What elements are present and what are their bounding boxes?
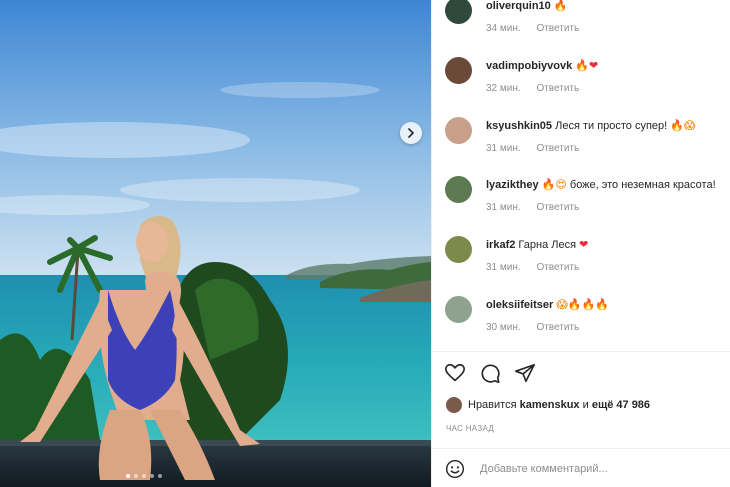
fire-emoji: 🔥 bbox=[581, 298, 596, 311]
fire-emoji: 🔥 bbox=[575, 59, 589, 72]
comment-meta: 34 мин. Ответить bbox=[486, 23, 579, 34]
likes-prefix: Нравится bbox=[468, 399, 517, 411]
likes-summary: Нравится kamenskux и ещё 47 986 bbox=[446, 397, 650, 413]
liker-username[interactable]: kamenskux bbox=[520, 399, 580, 411]
likes-middle: и bbox=[582, 399, 589, 411]
beach-photo-image bbox=[0, 0, 431, 487]
avatar[interactable] bbox=[445, 236, 472, 263]
post-time[interactable]: ЧАС НАЗАД bbox=[446, 424, 494, 433]
comment-meta: 31 мин. Ответить bbox=[486, 143, 579, 154]
comment-meta: 31 мин. Ответить bbox=[486, 202, 579, 213]
comment-item: oleksiifeitser 😱🔥🔥🔥 30 мин. Ответить bbox=[445, 296, 730, 346]
heart-eyes-emoji: 😍 bbox=[555, 178, 567, 191]
comment-body: Леся ти просто супер! bbox=[555, 120, 668, 132]
comment-username[interactable]: ksyushkin05 bbox=[486, 120, 552, 132]
comment-meta: 30 мин. Ответить bbox=[486, 322, 579, 333]
comment-username[interactable]: oleksiifeitser bbox=[486, 299, 553, 311]
comment-username[interactable]: oliverquin10 bbox=[486, 0, 551, 12]
carousel-dot-active bbox=[126, 474, 130, 478]
comment-text: lyazikthey 🔥😍 боже, это неземная красота… bbox=[486, 178, 730, 192]
carousel-dot bbox=[150, 474, 154, 478]
reply-button[interactable]: Ответить bbox=[536, 262, 579, 273]
chevron-right-icon bbox=[408, 128, 415, 138]
divider bbox=[432, 351, 730, 352]
comment-input[interactable] bbox=[478, 462, 712, 476]
comment-item: vadimpobiyvovk 🔥❤ 32 мин. Ответить bbox=[445, 57, 730, 107]
comment-text: vadimpobiyvovk 🔥❤ bbox=[486, 59, 730, 73]
avatar[interactable] bbox=[445, 117, 472, 144]
reply-button[interactable]: Ответить bbox=[536, 143, 579, 154]
comment-meta: 32 мин. Ответить bbox=[486, 83, 579, 94]
comment-username[interactable]: lyazikthey bbox=[486, 179, 539, 191]
fire-emoji: 🔥 bbox=[553, 0, 568, 12]
carousel-indicator bbox=[126, 474, 162, 478]
comment-username[interactable]: irkaf2 bbox=[486, 239, 515, 251]
heart-emoji: ❤ bbox=[588, 59, 599, 72]
reply-button[interactable]: Ответить bbox=[536, 83, 579, 94]
comment-item: ksyushkin05 Леся ти просто супер! 🔥😱 31 … bbox=[445, 117, 730, 167]
avatar[interactable] bbox=[445, 176, 472, 203]
add-comment-bar bbox=[445, 459, 725, 479]
likes-count[interactable]: ещё 47 986 bbox=[592, 399, 650, 411]
comment-body: боже, это неземная красота! bbox=[569, 179, 716, 191]
heart-emoji: ❤ bbox=[579, 238, 589, 251]
comment-item: irkaf2 Гарна Леся ❤ 31 мин. Ответить bbox=[445, 236, 730, 286]
comment-text: ksyushkin05 Леся ти просто супер! 🔥😱 bbox=[486, 119, 730, 133]
reply-button[interactable]: Ответить bbox=[536, 23, 579, 34]
avatar[interactable] bbox=[445, 296, 472, 323]
comment-time: 31 мин. bbox=[486, 262, 521, 273]
comment-body: Гарна Леся bbox=[518, 239, 577, 251]
scream-emoji: 😱 bbox=[684, 119, 696, 132]
action-bar bbox=[444, 362, 536, 384]
fire-emoji: 🔥 bbox=[595, 298, 609, 311]
comment-bubble-icon[interactable] bbox=[479, 362, 501, 384]
reply-button[interactable]: Ответить bbox=[536, 322, 579, 333]
fire-emoji: 🔥 bbox=[567, 298, 582, 311]
comment-time: 31 мин. bbox=[486, 143, 521, 154]
comment-time: 30 мин. bbox=[486, 322, 521, 333]
comment-text: oleksiifeitser 😱🔥🔥🔥 bbox=[486, 298, 730, 312]
scream-emoji: 😱 bbox=[556, 298, 568, 311]
comment-item: lyazikthey 🔥😍 боже, это неземная красота… bbox=[445, 176, 730, 226]
comment-meta: 31 мин. Ответить bbox=[486, 262, 579, 273]
comments-panel: oliverquin10 🔥 34 мин. Ответить vadimpob… bbox=[431, 0, 730, 487]
fire-emoji: 🔥 bbox=[541, 178, 556, 191]
avatar[interactable] bbox=[445, 57, 472, 84]
fire-emoji: 🔥 bbox=[670, 119, 684, 132]
comment-text: irkaf2 Гарна Леся ❤ bbox=[486, 238, 730, 252]
comment-item: oliverquin10 🔥 34 мин. Ответить bbox=[445, 0, 730, 47]
carousel-dot bbox=[142, 474, 146, 478]
carousel-next-button[interactable] bbox=[400, 122, 422, 144]
avatar[interactable] bbox=[445, 0, 472, 24]
carousel-dot bbox=[158, 474, 162, 478]
post-photo bbox=[0, 0, 431, 487]
reply-button[interactable]: Ответить bbox=[536, 202, 579, 213]
liker-avatar[interactable] bbox=[446, 397, 462, 413]
paper-plane-icon[interactable] bbox=[514, 362, 536, 384]
carousel-dot bbox=[134, 474, 138, 478]
comment-username[interactable]: vadimpobiyvovk bbox=[486, 60, 572, 72]
comment-time: 32 мин. bbox=[486, 83, 521, 94]
comment-time: 31 мин. bbox=[486, 202, 521, 213]
comment-text: oliverquin10 🔥 bbox=[486, 0, 730, 13]
comment-time: 34 мин. bbox=[486, 23, 521, 34]
divider bbox=[432, 448, 730, 449]
heart-outline-icon[interactable] bbox=[444, 362, 466, 384]
smiley-icon[interactable] bbox=[445, 459, 465, 479]
